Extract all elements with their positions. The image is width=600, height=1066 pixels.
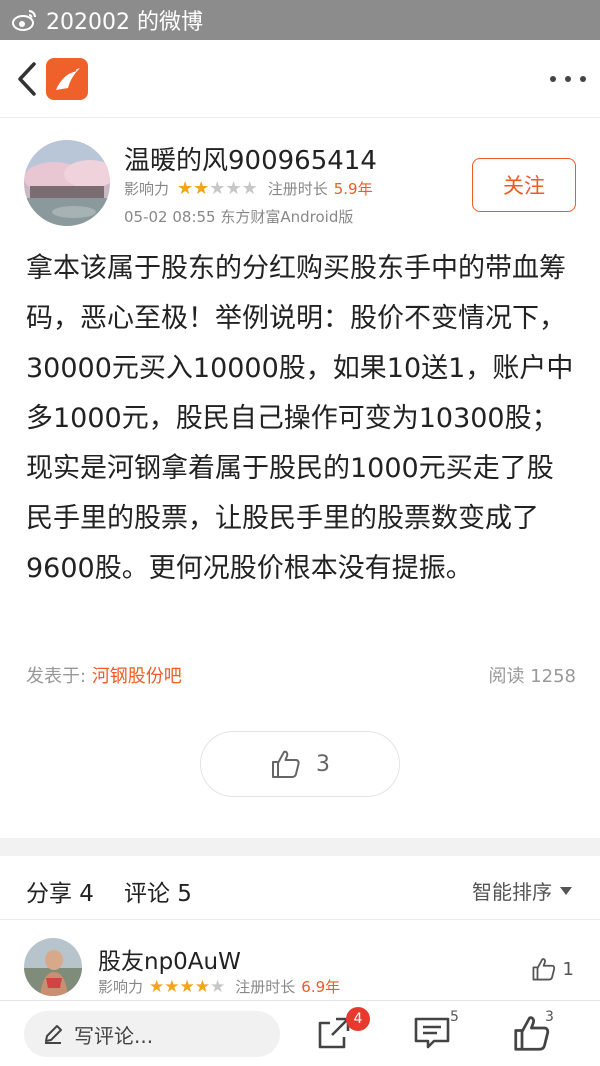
author-meta: 影响力 ★★★★★ 注册时长 5.9年 <box>124 178 373 199</box>
tab-share[interactable]: 分享 4 <box>26 874 94 908</box>
reg-value: 6.9年 <box>301 978 341 996</box>
post-content: 拿本该属于股东的分红购买股东手中的带血筹码，恶心至极！举例说明：股价不变情况下，… <box>26 253 574 584</box>
pencil-icon <box>45 1025 62 1044</box>
status-bar: 202002 的微博 <box>0 0 600 40</box>
sort-dropdown[interactable]: 智能排序 <box>472 876 572 905</box>
avatar[interactable] <box>24 140 110 226</box>
author-name[interactable]: 温暖的风900965414 <box>124 140 377 177</box>
reg-value: 5.9年 <box>333 180 373 198</box>
star-filled-icon: ★ <box>164 976 180 997</box>
commenter-meta: 影响力 ★★★★★ 注册时长 6.9年 <box>98 976 340 997</box>
star-empty-icon: ★ <box>225 178 242 199</box>
star-empty-icon: ★ <box>209 178 226 199</box>
influence-stars: ★★★★★ <box>149 977 225 997</box>
nav-bar <box>0 40 600 118</box>
post-time-source: 05-02 08:55 东方财富Android版 <box>124 208 354 226</box>
status-bar-title: 202002 的微博 <box>46 10 203 35</box>
sort-label: 智能排序 <box>472 880 552 904</box>
compose-comment-input[interactable]: 写评论... <box>24 1011 280 1057</box>
reg-label: 注册时长 <box>267 180 328 198</box>
post-like-count: 3 <box>316 751 330 777</box>
avatar[interactable] <box>24 938 82 996</box>
commenter-name[interactable]: 股友np0AuW <box>98 942 241 976</box>
dot <box>565 76 571 82</box>
follow-button[interactable]: 关注 <box>472 158 576 212</box>
dot <box>550 76 556 82</box>
like-count: 3 <box>545 1009 554 1025</box>
comment-tabs: 分享 4 评论 5 智能排序 <box>0 856 600 920</box>
star-filled-icon: ★ <box>177 178 194 199</box>
thumbs-up-icon <box>272 750 300 778</box>
posted-in-label: 发表于: <box>26 666 87 687</box>
comment-icon[interactable] <box>412 1013 452 1053</box>
star-filled-icon: ★ <box>179 976 195 997</box>
influence-label: 影响力 <box>98 978 144 996</box>
app-logo-icon[interactable] <box>46 58 88 100</box>
weibo-icon <box>12 10 36 31</box>
share-count-badge: 4 <box>346 1007 370 1031</box>
compose-placeholder: 写评论... <box>74 1023 154 1048</box>
star-filled-icon: ★ <box>193 178 210 199</box>
comment-item: 股友np0AuW 影响力 ★★★★★ 注册时长 6.9年 1 <box>0 920 600 1000</box>
section-divider <box>0 838 600 856</box>
triangle-down-icon <box>560 886 572 895</box>
post-footer: 发表于: 河钢股份吧 阅读 1258 <box>26 662 576 690</box>
star-filled-icon: ★ <box>149 976 165 997</box>
influence-stars: ★★★★★ <box>177 178 258 199</box>
star-filled-icon: ★ <box>194 976 211 997</box>
reads-label: 阅读 <box>488 666 525 687</box>
chevron-left-icon[interactable] <box>12 60 42 98</box>
star-empty-icon: ★ <box>241 178 258 199</box>
thumbs-up-icon <box>532 958 555 981</box>
bottom-action-bar: 写评论... 4 5 3 <box>0 1000 600 1066</box>
post-author: 温暖的风900965414 影响力 ★★★★★ 注册时长 5.9年 05-02 … <box>24 140 576 230</box>
posted-in-bar-link[interactable]: 河钢股份吧 <box>92 666 182 687</box>
tab-comment[interactable]: 评论 5 <box>124 874 192 908</box>
read-count: 阅读 1258 <box>488 662 576 688</box>
reads-value: 1258 <box>530 666 576 687</box>
comment-like-count: 1 <box>562 958 574 980</box>
dot <box>580 76 586 82</box>
more-dots-icon[interactable] <box>550 66 586 92</box>
post-like-button[interactable]: 3 <box>200 731 400 797</box>
comment-count: 5 <box>450 1009 459 1025</box>
reg-label: 注册时长 <box>235 978 296 996</box>
influence-label: 影响力 <box>124 180 170 198</box>
comment-like-button[interactable]: 1 <box>531 956 574 982</box>
star-empty-icon: ★ <box>210 976 226 997</box>
